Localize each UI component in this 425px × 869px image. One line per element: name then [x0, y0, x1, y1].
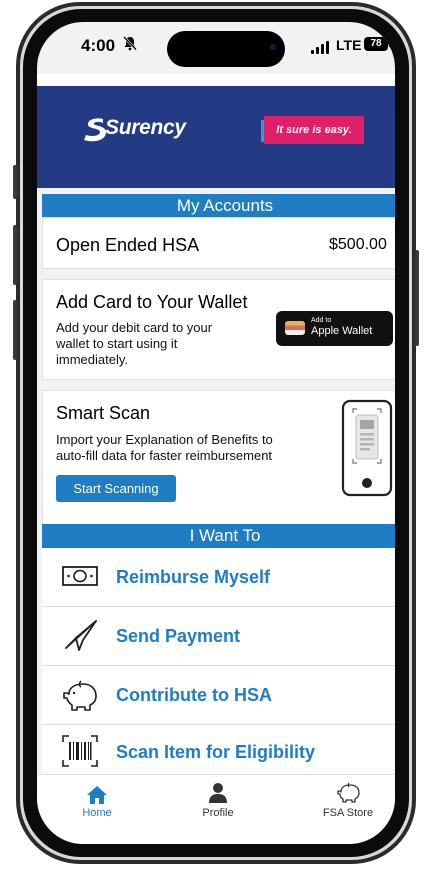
tab-home[interactable]: Home: [67, 781, 127, 825]
dynamic-island: [167, 31, 285, 67]
wallet-button-small-label: Add to: [311, 317, 332, 324]
piggy-bank-icon: [336, 781, 362, 810]
send-payment-row[interactable]: Send Payment: [42, 607, 395, 666]
account-card[interactable]: Open Ended HSA $500.00: [42, 217, 395, 269]
barcode-icon: [61, 734, 99, 773]
i-want-to-header: I Want To: [42, 524, 395, 548]
wallet-button-main-label: Apple Wallet: [311, 325, 373, 337]
tab-fsa-store-label: FSA Store: [322, 807, 374, 819]
account-name: Open Ended HSA: [56, 235, 200, 255]
wallet-icon: [285, 321, 305, 335]
my-accounts-header: My Accounts: [42, 194, 395, 217]
app-screen: 4:00 LTE 78 Surency It sure is easy. My …: [37, 22, 395, 844]
smart-scan-card: Smart Scan Import your Explanation of Be…: [42, 390, 395, 534]
action-button: [13, 165, 17, 199]
wallet-card-description: Add your debit card to your wallet to st…: [56, 320, 213, 367]
tab-profile-label: Profile: [202, 807, 234, 819]
signal-icon: [311, 40, 333, 54]
brand-banner: Surency It sure is easy.: [37, 86, 395, 188]
add-to-apple-wallet-button[interactable]: Add to Apple Wallet: [276, 311, 393, 346]
power-button: [415, 250, 419, 346]
status-time: 4:00: [81, 36, 116, 55]
contribute-to-hsa-label: Contribute to HSA: [116, 685, 272, 705]
account-balance: $500.00: [329, 236, 387, 253]
wallet-card: Add Card to Your Wallet Add your debit c…: [42, 279, 395, 380]
smart-scan-description: Import your Explanation of Benefits to a…: [56, 432, 273, 463]
camera-dot: [270, 44, 276, 50]
silent-bell-icon: [123, 36, 137, 54]
person-icon: [208, 782, 228, 809]
reimburse-myself-label: Reimburse Myself: [116, 567, 271, 587]
send-payment-label: Send Payment: [116, 626, 241, 646]
wallet-button-text: Add to Apple Wallet: [311, 317, 372, 338]
tagline-text: It sure is easy.: [276, 124, 352, 136]
tab-bar: Home Profile FSA Store: [37, 774, 395, 844]
reimburse-myself-row[interactable]: Reimburse Myself: [42, 548, 395, 607]
piggy-bank-icon: [61, 678, 101, 719]
phone-scan-icon: [341, 399, 393, 502]
battery-icon: 78: [364, 37, 388, 51]
scan-item-label: Scan Item for Eligibility: [116, 742, 316, 762]
paper-plane-icon: [63, 618, 99, 659]
scan-item-row[interactable]: Scan Item for Eligibility: [42, 725, 395, 776]
wallet-card-title: Add Card to Your Wallet: [56, 292, 248, 312]
volume-up-button: [13, 225, 17, 285]
tab-profile[interactable]: Profile: [188, 781, 248, 825]
start-scanning-button[interactable]: Start Scanning: [56, 475, 176, 502]
volume-down-button: [13, 300, 17, 360]
tab-home-label: Home: [82, 807, 112, 819]
brand-name: Surency: [105, 116, 186, 139]
battery-tip: [389, 41, 391, 47]
money-bill-icon: [61, 563, 99, 594]
tab-fsa-store[interactable]: FSA Store: [313, 781, 383, 825]
contribute-to-hsa-row[interactable]: Contribute to HSA: [42, 666, 395, 725]
smart-scan-title: Smart Scan: [56, 403, 151, 423]
network-type: LTE: [336, 37, 362, 53]
